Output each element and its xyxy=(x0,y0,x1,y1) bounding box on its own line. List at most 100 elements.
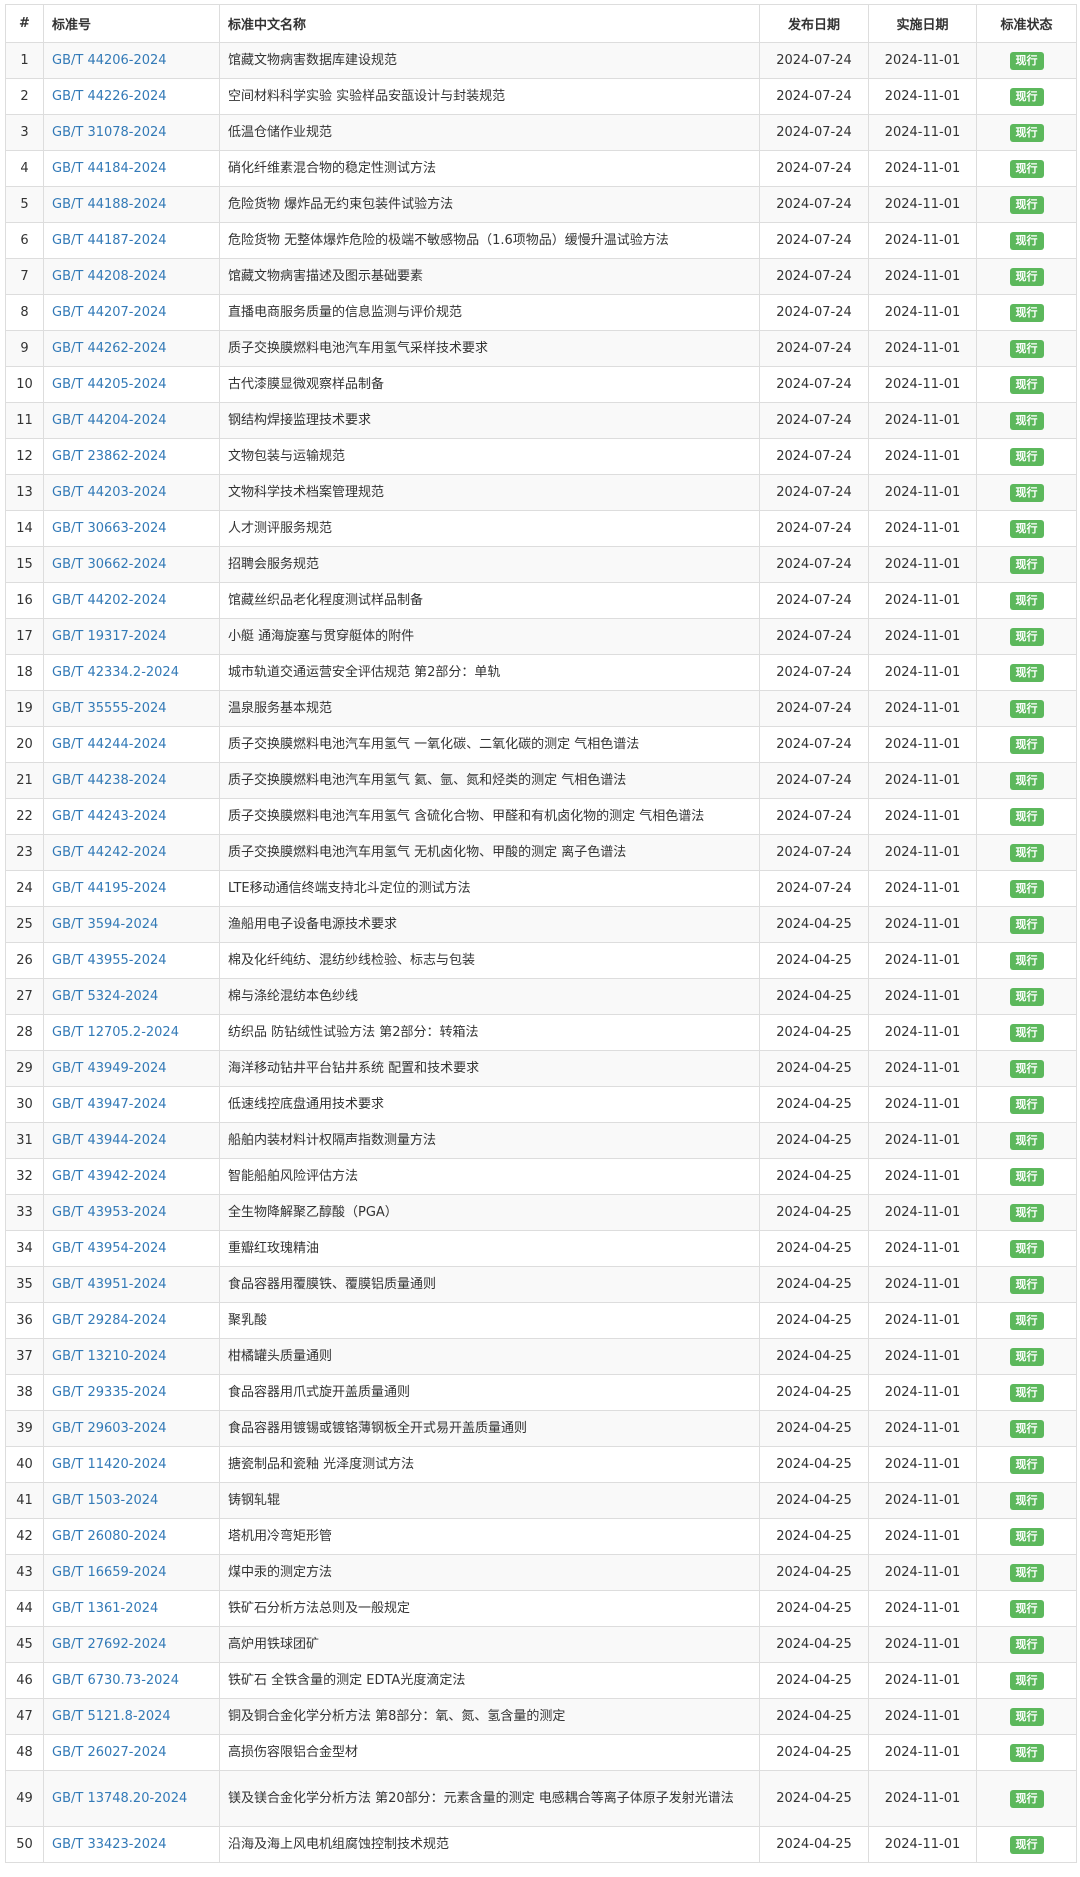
standard-code-link[interactable]: GB/T 1503-2024 xyxy=(52,1493,158,1508)
standard-code-cell: GB/T 43942-2024 xyxy=(43,1158,220,1195)
table-row: 21 GB/T 44238-2024 质子交换膜燃料电池汽车用氢气 氦、氩、氮和烃类… xyxy=(5,762,1077,799)
standard-code-link[interactable]: GB/T 29284-2024 xyxy=(52,1313,167,1328)
standard-code-link[interactable]: GB/T 27692-2024 xyxy=(52,1637,167,1652)
status-cell: 现行 xyxy=(976,1194,1077,1231)
status-cell: 现行 xyxy=(976,1662,1077,1699)
column-header-effective[interactable]: 实施日期 xyxy=(868,4,977,43)
publish-date: 2024-04-25 xyxy=(759,1698,869,1735)
standard-name: 文物科学技术档案管理规范 xyxy=(219,474,760,511)
status-cell: 现行 xyxy=(976,1698,1077,1735)
standard-code-link[interactable]: GB/T 43942-2024 xyxy=(52,1169,167,1184)
status-cell: 现行 xyxy=(976,78,1077,115)
standard-code-cell: GB/T 44262-2024 xyxy=(43,330,220,367)
standard-code-link[interactable]: GB/T 1361-2024 xyxy=(52,1601,158,1616)
status-badge: 现行 xyxy=(1009,375,1044,394)
standard-code-cell: GB/T 44238-2024 xyxy=(43,762,220,799)
table-row: 45 GB/T 27692-2024 高炉用铁球团矿 2024-04-25 2024-1… xyxy=(5,1626,1077,1663)
status-badge: 现行 xyxy=(1009,123,1044,142)
status-badge: 现行 xyxy=(1009,231,1044,250)
column-header-published[interactable]: 发布日期 xyxy=(759,4,869,43)
standard-code-link[interactable]: GB/T 19317-2024 xyxy=(52,629,167,644)
standard-code-link[interactable]: GB/T 5121.8-2024 xyxy=(52,1709,171,1724)
status-badge: 现行 xyxy=(1009,519,1044,538)
standard-code-link[interactable]: GB/T 5324-2024 xyxy=(52,989,158,1004)
standard-code-link[interactable]: GB/T 44203-2024 xyxy=(52,485,167,500)
effective-date: 2024-11-01 xyxy=(868,150,977,187)
standard-code-link[interactable]: GB/T 44226-2024 xyxy=(52,89,167,104)
standard-code-link[interactable]: GB/T 43954-2024 xyxy=(52,1241,167,1256)
standard-code-link[interactable]: GB/T 23862-2024 xyxy=(52,449,167,464)
standard-code-link[interactable]: GB/T 12705.2-2024 xyxy=(52,1025,179,1040)
standard-code-link[interactable]: GB/T 29335-2024 xyxy=(52,1385,167,1400)
column-header-code[interactable]: 标准号 xyxy=(43,4,220,43)
column-header-status[interactable]: 标准状态 xyxy=(976,4,1077,43)
row-index: 4 xyxy=(5,150,44,187)
standard-code-link[interactable]: GB/T 44184-2024 xyxy=(52,161,167,176)
standard-code-link[interactable]: GB/T 35555-2024 xyxy=(52,701,167,716)
standard-code-link[interactable]: GB/T 26080-2024 xyxy=(52,1529,167,1544)
row-index: 43 xyxy=(5,1554,44,1591)
status-badge: 现行 xyxy=(1009,1059,1044,1078)
standard-code-link[interactable]: GB/T 43951-2024 xyxy=(52,1277,167,1292)
status-cell: 现行 xyxy=(976,906,1077,943)
standard-code-link[interactable]: GB/T 29603-2024 xyxy=(52,1421,167,1436)
standard-code-link[interactable]: GB/T 30663-2024 xyxy=(52,521,167,536)
status-badge: 现行 xyxy=(1009,1095,1044,1114)
standard-code-link[interactable]: GB/T 44244-2024 xyxy=(52,737,167,752)
standard-code-cell: GB/T 13748.20-2024 xyxy=(43,1770,220,1827)
standard-code-link[interactable]: GB/T 44243-2024 xyxy=(52,809,167,824)
standard-code-link[interactable]: GB/T 43955-2024 xyxy=(52,953,167,968)
standard-code-link[interactable]: GB/T 26027-2024 xyxy=(52,1745,167,1760)
standard-code-link[interactable]: GB/T 44187-2024 xyxy=(52,233,167,248)
standard-code-link[interactable]: GB/T 43947-2024 xyxy=(52,1097,167,1112)
standard-code-link[interactable]: GB/T 44188-2024 xyxy=(52,197,167,212)
standard-code-link[interactable]: GB/T 3594-2024 xyxy=(52,917,158,932)
standard-code-link[interactable]: GB/T 11420-2024 xyxy=(52,1457,167,1472)
effective-date: 2024-11-01 xyxy=(868,510,977,547)
row-index: 17 xyxy=(5,618,44,655)
standard-code-link[interactable]: GB/T 6730.73-2024 xyxy=(52,1673,179,1688)
standard-code-link[interactable]: GB/T 44207-2024 xyxy=(52,305,167,320)
status-cell: 现行 xyxy=(976,1158,1077,1195)
standard-code-link[interactable]: GB/T 33423-2024 xyxy=(52,1837,167,1852)
table-row: 10 GB/T 44205-2024 古代漆膜显微观察样品制备 2024-07-24 2… xyxy=(5,366,1077,403)
standard-name: 质子交换膜燃料电池汽车用氢气 一氧化碳、二氧化碳的测定 气相色谱法 xyxy=(219,726,760,763)
publish-date: 2024-07-24 xyxy=(759,222,869,259)
standard-name: 危险货物 爆炸品无约束包装件试验方法 xyxy=(219,186,760,223)
status-cell: 现行 xyxy=(976,330,1077,367)
standard-name: 城市轨道交通运营安全评估规范 第2部分：单轨 xyxy=(219,654,760,691)
standard-code-link[interactable]: GB/T 31078-2024 xyxy=(52,125,167,140)
status-cell: 现行 xyxy=(976,510,1077,547)
standard-code-link[interactable]: GB/T 44195-2024 xyxy=(52,881,167,896)
standard-code-link[interactable]: GB/T 13748.20-2024 xyxy=(52,1791,187,1806)
standard-name: 沿海及海上风电机组腐蚀控制技术规范 xyxy=(219,1826,760,1863)
effective-date: 2024-11-01 xyxy=(868,1374,977,1411)
standard-name: 塔机用冷弯矩形管 xyxy=(219,1518,760,1555)
column-header-name[interactable]: 标准中文名称 xyxy=(219,4,760,43)
table-header: # 标准号 标准中文名称 发布日期 实施日期 标准状态 xyxy=(5,4,1077,43)
publish-date: 2024-07-24 xyxy=(759,402,869,439)
effective-date: 2024-11-01 xyxy=(868,906,977,943)
standard-code-link[interactable]: GB/T 44262-2024 xyxy=(52,341,167,356)
standard-code-link[interactable]: GB/T 43944-2024 xyxy=(52,1133,167,1148)
standard-code-link[interactable]: GB/T 42334.2-2024 xyxy=(52,665,179,680)
standard-code-link[interactable]: GB/T 43949-2024 xyxy=(52,1061,167,1076)
row-index: 13 xyxy=(5,474,44,511)
column-header-index[interactable]: # xyxy=(5,4,44,43)
standard-code-cell: GB/T 44205-2024 xyxy=(43,366,220,403)
standard-code-link[interactable]: GB/T 44205-2024 xyxy=(52,377,167,392)
standard-code-link[interactable]: GB/T 44242-2024 xyxy=(52,845,167,860)
standard-code-link[interactable]: GB/T 44202-2024 xyxy=(52,593,167,608)
row-index: 15 xyxy=(5,546,44,583)
standard-code-link[interactable]: GB/T 13210-2024 xyxy=(52,1349,167,1364)
row-index: 41 xyxy=(5,1482,44,1519)
standard-code-link[interactable]: GB/T 44204-2024 xyxy=(52,413,167,428)
standard-code-cell: GB/T 43954-2024 xyxy=(43,1230,220,1267)
standard-code-link[interactable]: GB/T 44208-2024 xyxy=(52,269,167,284)
standard-code-link[interactable]: GB/T 44206-2024 xyxy=(52,53,167,68)
standard-code-link[interactable]: GB/T 16659-2024 xyxy=(52,1565,167,1580)
status-badge: 现行 xyxy=(1009,87,1044,106)
standard-code-link[interactable]: GB/T 43953-2024 xyxy=(52,1205,167,1220)
standard-code-link[interactable]: GB/T 30662-2024 xyxy=(52,557,167,572)
standard-code-link[interactable]: GB/T 44238-2024 xyxy=(52,773,167,788)
